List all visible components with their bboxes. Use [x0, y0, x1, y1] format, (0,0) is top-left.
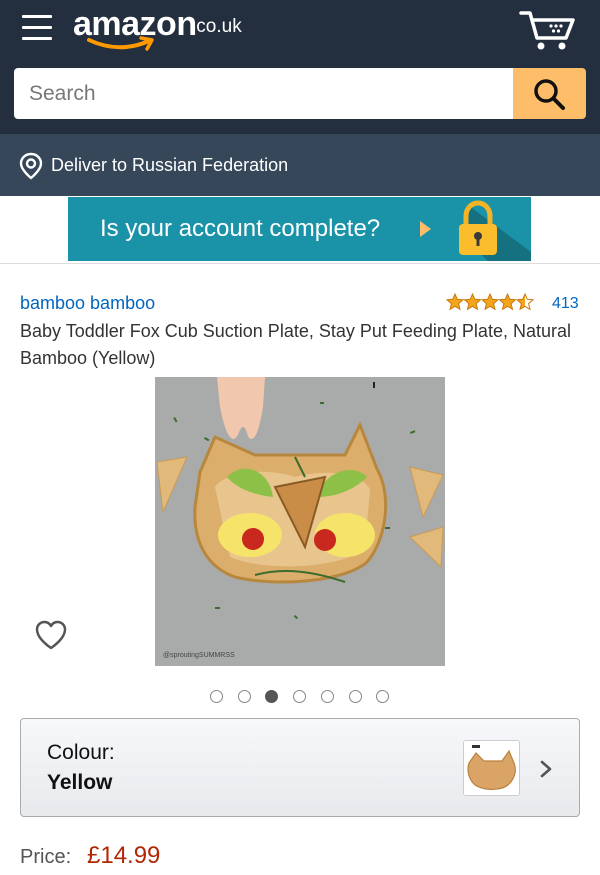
search-input[interactable] [14, 68, 513, 119]
carousel-dot[interactable] [265, 690, 279, 703]
price-value: £14.99 [87, 842, 161, 869]
star-icon [445, 292, 465, 311]
colour-thumbnail [463, 740, 520, 796]
star-icon [480, 292, 500, 311]
price-label: Price: [20, 846, 72, 868]
banner-arrow-icon [420, 221, 431, 237]
banner-text: Is your account complete? [100, 215, 381, 242]
product-image[interactable]: @sproutingSUMMRSS [155, 377, 445, 666]
carousel-dot[interactable] [210, 690, 223, 703]
image-watermark: @sproutingSUMMRSS [163, 652, 235, 659]
cart-icon[interactable] [518, 8, 576, 52]
star-icon [515, 292, 535, 311]
chevron-right-icon [540, 760, 552, 778]
heart-wishlist-icon[interactable] [34, 619, 68, 651]
amazon-logo[interactable]: amazon .co.uk [73, 4, 248, 52]
carousel-dot[interactable] [348, 690, 362, 703]
star-rating-icons [445, 292, 535, 311]
delivery-location-text: Deliver to Russian Federation [51, 155, 289, 175]
banner-container: Is your account complete? [0, 196, 600, 264]
star-icon [498, 292, 517, 311]
carousel-dot[interactable] [293, 690, 307, 703]
account-complete-banner[interactable]: Is your account complete? [68, 197, 531, 261]
fox-plate-illustration: @sproutingSUMMRSS [155, 377, 445, 666]
colour-value: Yellow [47, 771, 113, 794]
product-title: Baby Toddler Fox Cub Suction Plate, Stay… [20, 321, 571, 368]
padlock-icon [459, 200, 497, 255]
colour-label: Colour: [47, 741, 115, 764]
image-carousel-dots [210, 690, 390, 704]
star-icon [463, 292, 482, 311]
logo-smile-icon [87, 36, 154, 51]
carousel-dot[interactable] [376, 690, 390, 703]
carousel-dot[interactable] [237, 690, 251, 703]
search-bar [14, 68, 586, 119]
top-navigation-bar: amazon .co.uk [0, 0, 600, 134]
star-rating[interactable] [445, 292, 535, 311]
hamburger-menu-icon[interactable] [22, 15, 52, 41]
carousel-dot[interactable] [320, 690, 334, 703]
colour-selector[interactable]: Colour: Yellow [20, 718, 580, 817]
delivery-location-bar[interactable]: Deliver to Russian Federation [0, 134, 600, 196]
search-button[interactable] [513, 68, 586, 119]
search-icon [534, 79, 565, 110]
review-count-link[interactable]: 413 [552, 295, 579, 313]
logo-domain: .co.uk [191, 16, 242, 37]
location-pin-icon [19, 152, 43, 180]
brand-link[interactable]: bamboo bamboo [20, 292, 155, 314]
